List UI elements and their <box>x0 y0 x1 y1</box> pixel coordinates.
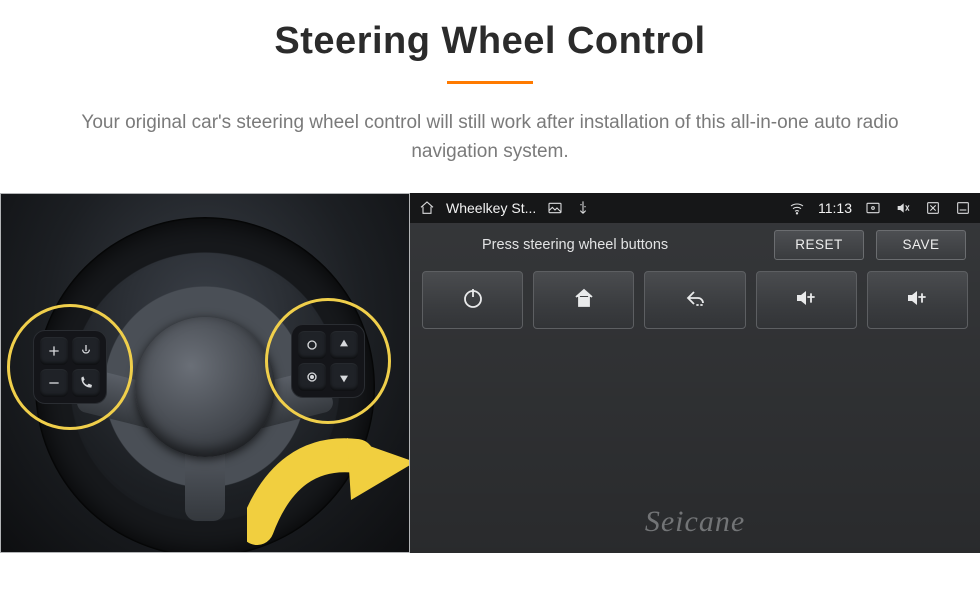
phone-icon[interactable] <box>72 369 100 397</box>
save-button[interactable]: SAVE <box>876 230 966 260</box>
nav-up-icon[interactable] <box>330 331 358 359</box>
home-icon[interactable] <box>418 199 436 217</box>
fn-volume-up-1[interactable] <box>756 271 857 329</box>
plus-icon[interactable] <box>40 337 68 365</box>
app-title: Wheelkey St... <box>446 200 536 216</box>
usb-icon <box>574 199 592 217</box>
instruction-text: Press steering wheel buttons <box>482 237 668 253</box>
cast-icon[interactable] <box>864 199 882 217</box>
fn-volume-up-2[interactable] <box>867 271 968 329</box>
description-text: Your original car's steering wheel contr… <box>50 108 930 167</box>
fn-power[interactable] <box>422 271 523 329</box>
page-title: Steering Wheel Control <box>0 20 980 63</box>
wifi-icon <box>788 199 806 217</box>
volume-up-icon <box>794 286 818 313</box>
home-icon <box>572 286 596 313</box>
wheel-button-cluster-right <box>291 324 365 398</box>
steering-wheel-photo <box>0 193 410 553</box>
volume-up-icon <box>905 286 929 313</box>
voice-icon[interactable] <box>72 337 100 365</box>
power-icon <box>461 286 485 313</box>
fn-home[interactable] <box>533 271 634 329</box>
close-icon[interactable] <box>924 199 942 217</box>
wheel-hub <box>135 317 275 457</box>
instruction-row: Press steering wheel buttons RESET SAVE <box>410 223 980 267</box>
image-icon <box>546 199 564 217</box>
brand-watermark: Seicane <box>645 505 745 539</box>
back-icon <box>683 286 707 313</box>
mute-icon[interactable] <box>894 199 912 217</box>
wheel-button-cluster-left <box>33 330 107 404</box>
clock-time: 11:13 <box>818 200 852 216</box>
status-bar: Wheelkey St... 11:13 <box>410 193 980 223</box>
reset-button[interactable]: RESET <box>774 230 864 260</box>
nav-down-icon[interactable] <box>330 363 358 391</box>
fn-back[interactable] <box>644 271 745 329</box>
content-row: Wheelkey St... 11:13 <box>0 193 980 553</box>
minus-icon[interactable] <box>40 369 68 397</box>
title-divider <box>447 81 533 84</box>
function-key-row <box>410 267 980 329</box>
mode-icon[interactable] <box>298 331 326 359</box>
minimize-icon[interactable] <box>954 199 972 217</box>
cycle-icon[interactable] <box>298 363 326 391</box>
headunit-screen: Wheelkey St... 11:13 <box>410 193 980 553</box>
